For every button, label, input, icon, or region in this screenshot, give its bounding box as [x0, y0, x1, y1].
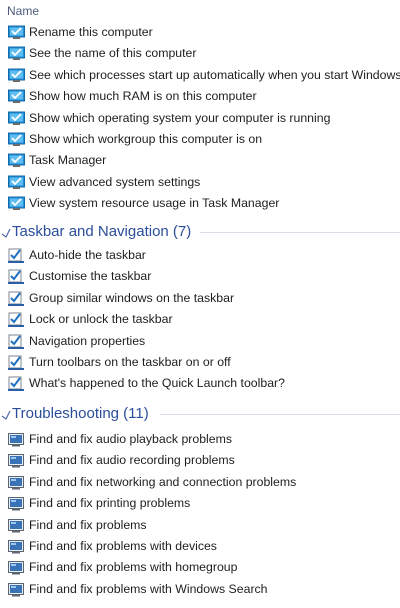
monitor-check-icon [8, 153, 25, 168]
monitor-check-icon [8, 196, 25, 211]
item-label: Show how much RAM is on this computer [29, 89, 257, 104]
list-item[interactable]: Rename this computer [0, 22, 400, 43]
troubleshoot-icon [8, 453, 25, 468]
troubleshoot-icon [8, 560, 25, 575]
item-label: What's happened to the Quick Launch tool… [29, 376, 285, 391]
item-label: Find and fix networking and connection p… [29, 474, 297, 489]
monitor-check-icon [8, 68, 25, 83]
chevron-down-icon[interactable] [1, 224, 11, 238]
list-item[interactable]: Find and fix problems with homegroup [0, 557, 400, 578]
item-label: Find and fix problems with devices [29, 538, 217, 553]
item-label: Group similar windows on the taskbar [29, 290, 235, 305]
item-label: Task Manager [29, 153, 107, 168]
troubleshoot-icon [8, 582, 25, 597]
group-divider [200, 232, 400, 233]
list-item[interactable]: Find and fix audio recording problems [0, 450, 400, 471]
list-item[interactable]: Navigation properties [0, 331, 400, 352]
item-label: Navigation properties [29, 333, 146, 348]
item-label: See which processes start up automatical… [29, 67, 400, 82]
item-label: Auto-hide the taskbar [29, 248, 146, 262]
list-item[interactable]: Find and fix problems [0, 515, 400, 536]
item-label: Find and fix audio playback problems [29, 432, 233, 446]
list-item[interactable]: Find and fix problems with Windows Searc… [0, 579, 400, 600]
troubleshoot-icon [8, 539, 25, 554]
list-item[interactable]: What's happened to the Quick Launch tool… [0, 373, 400, 394]
taskbar-navigation-items: Auto-hide the taskbar Customise the task… [0, 245, 400, 395]
name-column-header[interactable]: Name [7, 4, 39, 18]
monitor-check-icon [8, 89, 25, 104]
list-item[interactable]: Show how much RAM is on this computer [0, 86, 400, 107]
item-label: Find and fix problems [29, 517, 147, 532]
taskbar-check-icon [8, 312, 25, 328]
chevron-down-icon[interactable] [1, 406, 11, 420]
item-label: View advanced system settings [29, 174, 201, 189]
group-header-taskbar-navigation[interactable]: Taskbar and Navigation (7) [0, 221, 400, 245]
item-label: See the name of this computer [29, 46, 197, 61]
item-label: Turn toolbars on the taskbar on or off [29, 354, 231, 369]
taskbar-check-icon [8, 269, 25, 285]
taskbar-check-icon [8, 334, 25, 349]
item-label: Find and fix problems with homegroup [29, 560, 238, 575]
system-items: Rename this computer See the name of thi… [0, 22, 400, 215]
group-divider [160, 414, 400, 415]
monitor-check-icon [8, 132, 25, 147]
monitor-check-icon [8, 25, 25, 40]
list-item[interactable]: Show which operating system your compute… [0, 108, 400, 129]
list-item[interactable]: Find and fix printing problems [0, 493, 400, 514]
item-label: Rename this computer [29, 25, 153, 39]
monitor-check-icon [8, 46, 25, 61]
troubleshoot-icon [8, 518, 25, 533]
list-item[interactable]: See the name of this computer [0, 43, 400, 64]
taskbar-check-icon [8, 376, 25, 392]
item-label: Find and fix printing problems [29, 496, 191, 511]
item-label: Find and fix audio recording problems [29, 453, 235, 468]
list-item[interactable]: See which processes start up automatical… [0, 65, 400, 86]
item-label: Show which workgroup this computer is on [29, 131, 263, 146]
item-label: Customise the taskbar [29, 269, 152, 284]
list-item[interactable]: Group similar windows on the taskbar [0, 288, 400, 309]
item-label: Find and fix problems with Windows Searc… [29, 581, 268, 596]
list-item[interactable]: View system resource usage in Task Manag… [0, 193, 400, 214]
list-item[interactable]: Show which workgroup this computer is on [0, 129, 400, 150]
monitor-check-icon [8, 175, 25, 190]
list-item[interactable]: View advanced system settings [0, 172, 400, 193]
list-item[interactable]: Auto-hide the taskbar [0, 245, 400, 266]
taskbar-check-icon [8, 248, 25, 263]
monitor-check-icon [8, 111, 25, 126]
group-header-troubleshooting[interactable]: Troubleshooting (11) [0, 403, 400, 427]
group-title: Taskbar and Navigation (7) [12, 223, 192, 240]
group-title: Troubleshooting (11) [12, 405, 149, 422]
list-item[interactable]: Lock or unlock the taskbar [0, 309, 400, 330]
list-item[interactable]: Find and fix audio playback problems [0, 429, 400, 450]
troubleshooting-items: Find and fix audio playback problems Fin… [0, 429, 400, 600]
troubleshoot-icon [8, 475, 25, 490]
troubleshoot-icon [8, 432, 25, 447]
list-item[interactable]: Customise the taskbar [0, 266, 400, 287]
item-label: Lock or unlock the taskbar [29, 312, 173, 327]
taskbar-check-icon [8, 355, 25, 370]
item-label: Show which operating system your compute… [29, 110, 331, 125]
list-item[interactable]: Find and fix problems with devices [0, 536, 400, 557]
list-item[interactable]: Task Manager [0, 150, 400, 171]
list-item[interactable]: Turn toolbars on the taskbar on or off [0, 352, 400, 373]
item-label: View system resource usage in Task Manag… [29, 196, 280, 211]
troubleshoot-icon [8, 496, 25, 511]
list-item[interactable]: Find and fix networking and connection p… [0, 472, 400, 493]
taskbar-check-icon [8, 291, 25, 306]
